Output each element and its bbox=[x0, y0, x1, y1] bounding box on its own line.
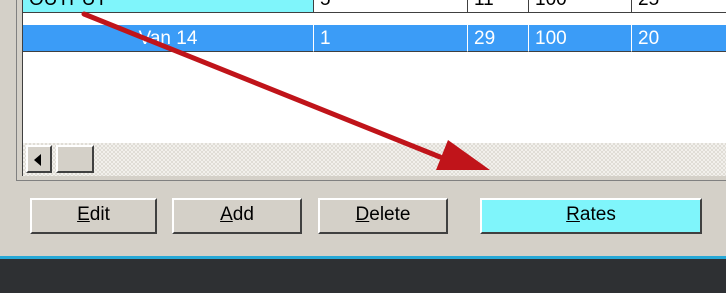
table-row-selected[interactable]: Van 14 1 29 100 20 bbox=[23, 25, 726, 52]
left-arrow-icon bbox=[34, 154, 41, 166]
rates-label: ates bbox=[579, 204, 616, 225]
cell[interactable]: 29 bbox=[468, 25, 529, 52]
rates-button[interactable]: Rates bbox=[480, 198, 702, 234]
cell[interactable]: 100 bbox=[529, 0, 632, 13]
delete-accel: D bbox=[355, 204, 370, 225]
edit-label: dit bbox=[89, 204, 110, 225]
edit-button[interactable]: Edit bbox=[30, 198, 157, 234]
rates-accel: R bbox=[566, 204, 580, 225]
name-cell[interactable]: Van 14 bbox=[23, 25, 314, 52]
cell[interactable]: 100 bbox=[529, 25, 632, 52]
cell[interactable]: 11 bbox=[468, 0, 529, 13]
scroll-left-button[interactable] bbox=[26, 145, 52, 173]
taskbar bbox=[0, 256, 726, 293]
scroll-thumb[interactable] bbox=[56, 145, 94, 173]
horizontal-scrollbar[interactable] bbox=[23, 142, 726, 176]
cell[interactable]: 5 bbox=[314, 0, 468, 13]
delete-label: elete bbox=[369, 204, 411, 225]
edit-accel: E bbox=[77, 204, 90, 225]
delete-button[interactable]: Delete bbox=[318, 198, 448, 234]
table-row[interactable]: OUTPUT 5 11 100 25 bbox=[23, 0, 726, 13]
add-label: dd bbox=[232, 204, 254, 225]
cell[interactable]: 20 bbox=[632, 25, 726, 52]
add-button[interactable]: Add bbox=[172, 198, 302, 234]
cell[interactable]: 1 bbox=[314, 25, 468, 52]
add-accel: A bbox=[220, 204, 233, 225]
cell[interactable]: 25 bbox=[632, 0, 726, 13]
name-cell[interactable]: OUTPUT bbox=[23, 0, 314, 13]
